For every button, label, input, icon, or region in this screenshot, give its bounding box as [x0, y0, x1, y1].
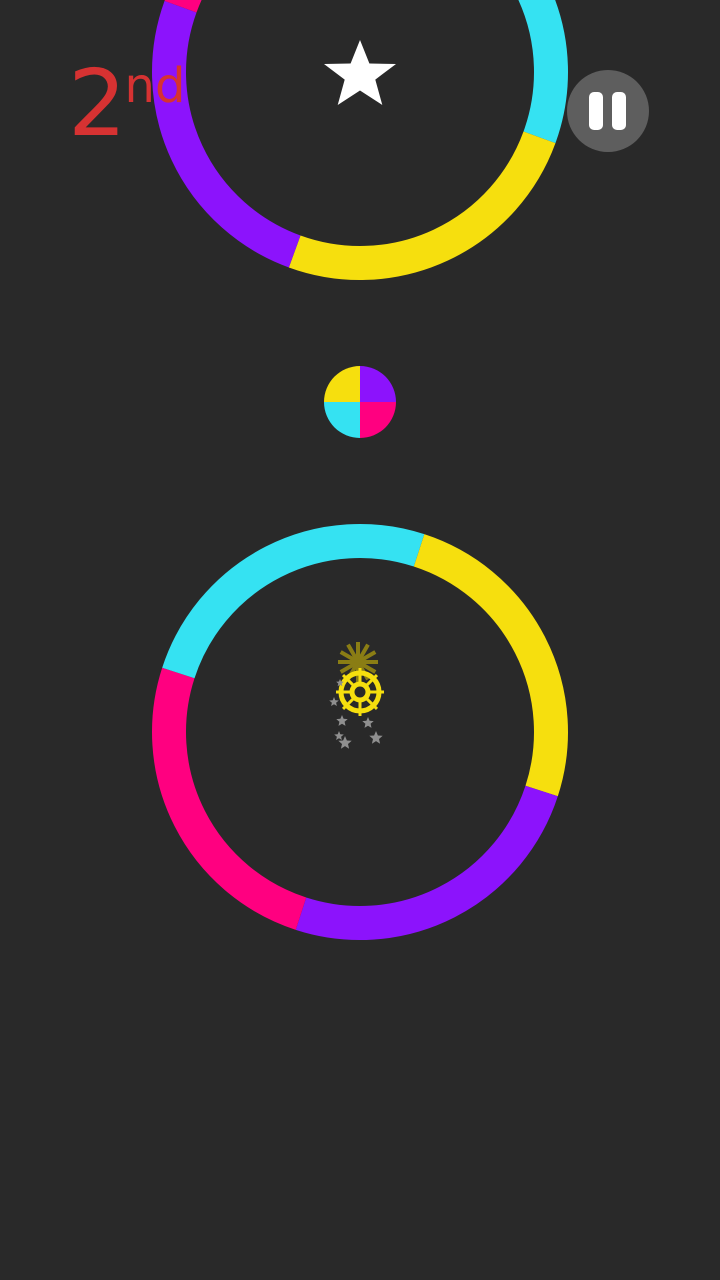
game-screen[interactable]: 2nd	[0, 0, 720, 1280]
pause-icon-left-bar	[589, 92, 603, 130]
bottom-ring-segment-magenta	[152, 667, 307, 930]
player-ball-icon	[329, 642, 384, 749]
pause-icon-right-bar	[612, 92, 626, 130]
color-switcher-quadrant-magenta	[360, 402, 396, 438]
color-switcher-quadrant-purple	[360, 366, 396, 402]
player-ball-hub	[349, 681, 371, 703]
top-ring-segment-purple	[152, 0, 301, 268]
trail-sparkle-icon	[362, 717, 374, 728]
color-switcher-quadrant-yellow	[324, 366, 360, 402]
rank-suffix: nd	[124, 58, 186, 114]
trail-sparkle-icon	[329, 697, 339, 706]
bottom-ring-segment-cyan	[162, 524, 425, 679]
pause-button[interactable]	[567, 70, 649, 152]
star-icon	[324, 40, 396, 105]
trail-sparkle-icon	[334, 731, 344, 740]
top-ring-segment-yellow	[288, 131, 556, 280]
rank-number: 2	[68, 50, 127, 157]
bottom-ring-segment-yellow	[413, 534, 568, 797]
color-switcher	[324, 366, 396, 438]
trail-sparkle-icon	[369, 731, 383, 744]
trail-sparkle-icon	[336, 715, 348, 726]
top-ring-segment-magenta	[164, 0, 202, 13]
color-switcher-quadrant-cyan	[324, 402, 360, 438]
bottom-obstacle-ring	[152, 524, 568, 940]
bottom-ring-segment-purple	[295, 785, 558, 940]
rank-indicator: 2nd	[68, 58, 185, 150]
top-ring-segment-cyan	[518, 0, 568, 144]
top-obstacle-ring	[152, 0, 568, 280]
game-canvas[interactable]	[0, 0, 720, 1280]
